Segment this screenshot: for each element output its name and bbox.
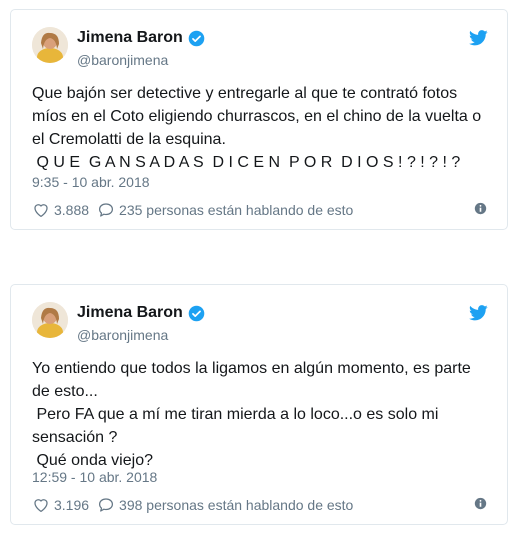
like-button[interactable]: 3.196	[32, 496, 89, 514]
conversation-count: 235 personas están hablando de esto	[119, 202, 354, 218]
tweet-text: Yo entiendo que todos la ligamos en algú…	[32, 357, 487, 472]
reply-bubble-icon	[99, 203, 114, 217]
like-count: 3.888	[54, 202, 90, 218]
author-handle[interactable]: @baronjimena	[77, 327, 168, 343]
info-icon[interactable]	[474, 202, 487, 215]
tweet-text-line: Pero FA que a mí me tiran mierda a lo lo…	[32, 406, 443, 446]
reply-button[interactable]: 398 personas están hablando de esto	[97, 496, 353, 514]
avatar[interactable]	[32, 27, 68, 63]
verified-badge-icon	[188, 30, 205, 46]
tweet-card-1[interactable]: Jimena Baron @baronjimena Que bajón ser …	[10, 9, 508, 230]
tweet-text-line: Q U E G A N S A D A S D I C E N P O R D …	[32, 154, 461, 171]
like-button[interactable]: 3.888	[32, 201, 89, 219]
tweet-text-line: Que bajón ser detective y entregarle al …	[32, 85, 486, 148]
info-icon[interactable]	[474, 497, 487, 510]
author-name[interactable]: Jimena Baron	[77, 304, 183, 322]
tweet-timestamp[interactable]: 12:59 - 10 abr. 2018	[32, 469, 157, 485]
tweet-actions: 3.196 398 personas están hablando de est…	[32, 496, 487, 514]
avatar[interactable]	[32, 302, 68, 338]
reply-bubble-icon	[99, 498, 114, 512]
heart-icon	[34, 499, 48, 513]
tweet-card-2[interactable]: Jimena Baron @baronjimena Yo entiendo qu…	[10, 284, 508, 525]
heart-icon	[34, 204, 48, 218]
tweet-timestamp[interactable]: 9:35 - 10 abr. 2018	[32, 174, 150, 190]
like-count: 3.196	[54, 497, 90, 513]
twitter-bird-icon[interactable]	[469, 30, 488, 46]
reply-button[interactable]: 235 personas están hablando de esto	[97, 201, 353, 219]
author-name[interactable]: Jimena Baron	[77, 29, 183, 47]
conversation-count: 398 personas están hablando de esto	[119, 497, 354, 513]
twitter-bird-icon[interactable]	[469, 305, 488, 321]
verified-badge-icon	[188, 305, 205, 321]
tweet-text: Que bajón ser detective y entregarle al …	[32, 82, 487, 174]
author-handle[interactable]: @baronjimena	[77, 52, 168, 68]
tweet-text-line: Yo entiendo que todos la ligamos en algú…	[32, 360, 476, 400]
tweet-actions: 3.888 235 personas están hablando de est…	[32, 201, 487, 219]
